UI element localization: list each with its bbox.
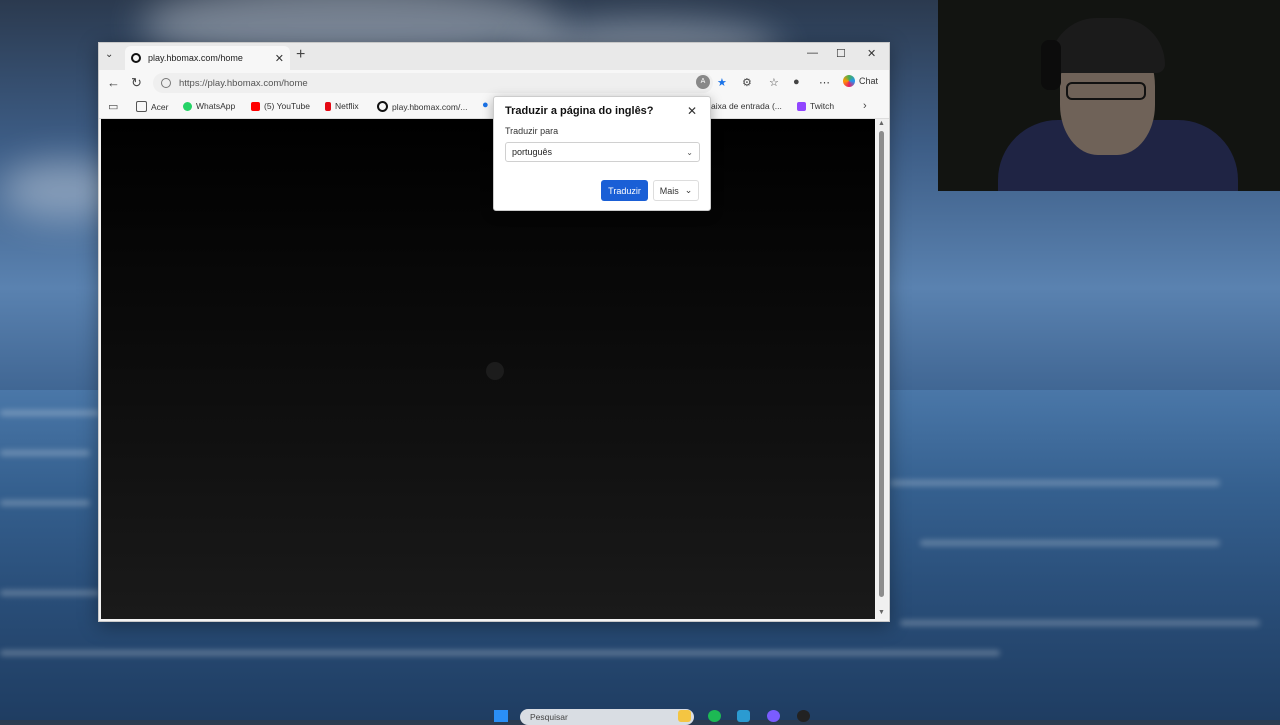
favorite-hbomax[interactable]: play.hbomax.com/...	[377, 101, 467, 112]
scroll-up-icon[interactable]: ▲	[878, 120, 885, 127]
chevron-down-icon: ⌄	[684, 185, 693, 195]
netflix-icon	[325, 101, 331, 111]
language-select[interactable]: português ⌄	[505, 142, 700, 162]
favorite-label: Acer	[151, 101, 169, 112]
chevron-down-icon: ⌄	[686, 147, 693, 157]
taskbar: Pesquisar	[0, 707, 1280, 725]
folder-icon	[136, 101, 147, 112]
favorite-label: (5) YouTube	[264, 101, 310, 111]
favorites-icon[interactable]: ☆	[769, 76, 779, 89]
tab-bar: ⌄ play.hbomax.com/home ✕ + — ☐ ✕	[99, 43, 889, 70]
scrollbar[interactable]: ▲ ▼	[876, 119, 888, 619]
close-icon[interactable]: ✕	[687, 104, 697, 118]
tab-actions-icon[interactable]: ⌄	[105, 49, 113, 60]
tab-title: play.hbomax.com/home	[148, 53, 243, 63]
webcam-overlay	[938, 0, 1280, 191]
new-tab-button[interactable]: +	[296, 46, 305, 64]
back-icon[interactable]: ←	[107, 75, 120, 90]
minimize-icon[interactable]: —	[807, 47, 818, 59]
scroll-down-icon[interactable]: ▼	[878, 609, 885, 616]
windows-start-icon[interactable]	[494, 710, 508, 722]
favorite-star-icon[interactable]: ★	[717, 76, 727, 89]
favorite-label: Twitch	[810, 101, 835, 111]
tab-hbomax[interactable]: play.hbomax.com/home ✕	[125, 46, 290, 70]
chat-label: Chat	[859, 76, 879, 86]
person-cap	[1050, 18, 1165, 73]
more-label: Mais	[659, 185, 679, 196]
info-icon[interactable]	[161, 78, 171, 88]
spotify-icon[interactable]	[708, 710, 721, 722]
youtube-icon	[251, 101, 260, 111]
page-content[interactable]	[101, 119, 875, 619]
favorite-acer[interactable]: Acer	[136, 101, 168, 112]
more-button[interactable]: Mais ⌄	[653, 180, 699, 201]
twitch-icon	[797, 101, 806, 111]
address-toolbar: ← ↻ https://play.hbomax.com/home A ★ ⚙ ☆…	[99, 70, 889, 96]
whatsapp-icon	[183, 101, 192, 111]
favorite-label: play.hbomax.com/...	[392, 101, 468, 112]
favorite-label: WhatsApp	[196, 101, 236, 111]
loading-spinner-icon	[486, 362, 504, 380]
translate-popup: Traduzir a página do inglês? ✕ Traduzir …	[493, 96, 711, 211]
favorite-youtube[interactable]: (5) YouTube	[251, 101, 310, 111]
favorite-label: Netflix	[335, 101, 359, 111]
scrollbar-thumb[interactable]	[879, 131, 884, 597]
glasses	[1066, 82, 1146, 100]
edge-icon[interactable]	[737, 710, 750, 722]
translate-to-label: Traduzir para	[505, 126, 559, 136]
translate-button[interactable]: Traduzir	[601, 180, 648, 201]
search-placeholder: Pesquisar	[530, 712, 568, 722]
maximize-icon[interactable]: ☐	[836, 47, 846, 60]
popup-title: Traduzir a página do inglês?	[505, 105, 654, 117]
refresh-icon[interactable]: ↻	[131, 75, 142, 91]
favorite-inbox[interactable]: aixa de entrada (...	[711, 101, 782, 111]
more-icon[interactable]: ⋯	[819, 76, 830, 89]
favorite-netflix[interactable]: Netflix	[325, 101, 359, 111]
headset	[1041, 40, 1061, 90]
hbomax-icon	[131, 53, 141, 63]
profile-icon[interactable]: ●	[793, 76, 800, 88]
chevron-right-icon[interactable]: ›	[863, 100, 867, 112]
discord-icon[interactable]	[767, 710, 780, 722]
selected-language: português	[512, 147, 553, 157]
favorite-whatsapp[interactable]: WhatsApp	[183, 101, 235, 111]
hbomax-icon	[377, 101, 388, 112]
taskbar-search[interactable]: Pesquisar	[520, 709, 694, 725]
copilot-icon	[843, 75, 855, 87]
collections-icon[interactable]: ▭	[108, 100, 118, 113]
translate-icon[interactable]: A	[696, 75, 710, 89]
play-icon[interactable]: ●	[482, 99, 489, 111]
favorite-twitch[interactable]: Twitch	[797, 101, 834, 111]
extensions-icon[interactable]: ⚙	[742, 76, 752, 89]
url-text: https://play.hbomax.com/home	[179, 77, 308, 89]
address-bar[interactable]: https://play.hbomax.com/home	[153, 73, 713, 93]
close-window-icon[interactable]: ✕	[867, 47, 876, 60]
app-icon[interactable]	[797, 710, 810, 722]
favorite-label: aixa de entrada (...	[711, 101, 782, 111]
close-tab-icon[interactable]: ✕	[275, 52, 284, 65]
copilot-chat-button[interactable]: Chat	[843, 75, 878, 87]
file-explorer-icon[interactable]	[678, 710, 691, 722]
